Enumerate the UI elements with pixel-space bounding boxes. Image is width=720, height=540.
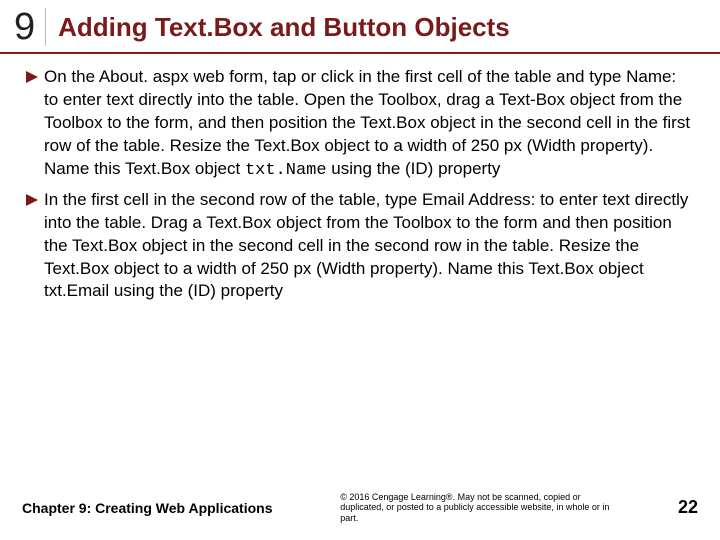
page-number: 22 [678,497,698,518]
slide-content: On the About. aspx web form, tap or clic… [0,54,720,305]
bullet-text: In the first cell in the second row of t… [44,189,694,306]
chapter-number: 9 [14,8,46,46]
bullet-text-post: using the (ID) property [327,159,501,178]
footer-copyright: © 2016 Cengage Learning®. May not be sca… [340,492,610,524]
bullet-text-pre: In the first cell in the second row of t… [44,190,688,301]
footer-chapter-label: Chapter 9: Creating Web Applications [22,500,272,516]
triangle-icon [26,194,38,206]
slide-header: 9 Adding Text.Box and Button Objects [0,0,720,54]
slide-footer: Chapter 9: Creating Web Applications © 2… [0,492,720,524]
bullet-item: In the first cell in the second row of t… [26,189,694,306]
bullet-text: On the About. aspx web form, tap or clic… [44,66,694,183]
bullet-item: On the About. aspx web form, tap or clic… [26,66,694,183]
triangle-icon [26,71,38,83]
bullet-code: txt.Name [245,161,327,180]
slide-title: Adding Text.Box and Button Objects [46,12,510,43]
